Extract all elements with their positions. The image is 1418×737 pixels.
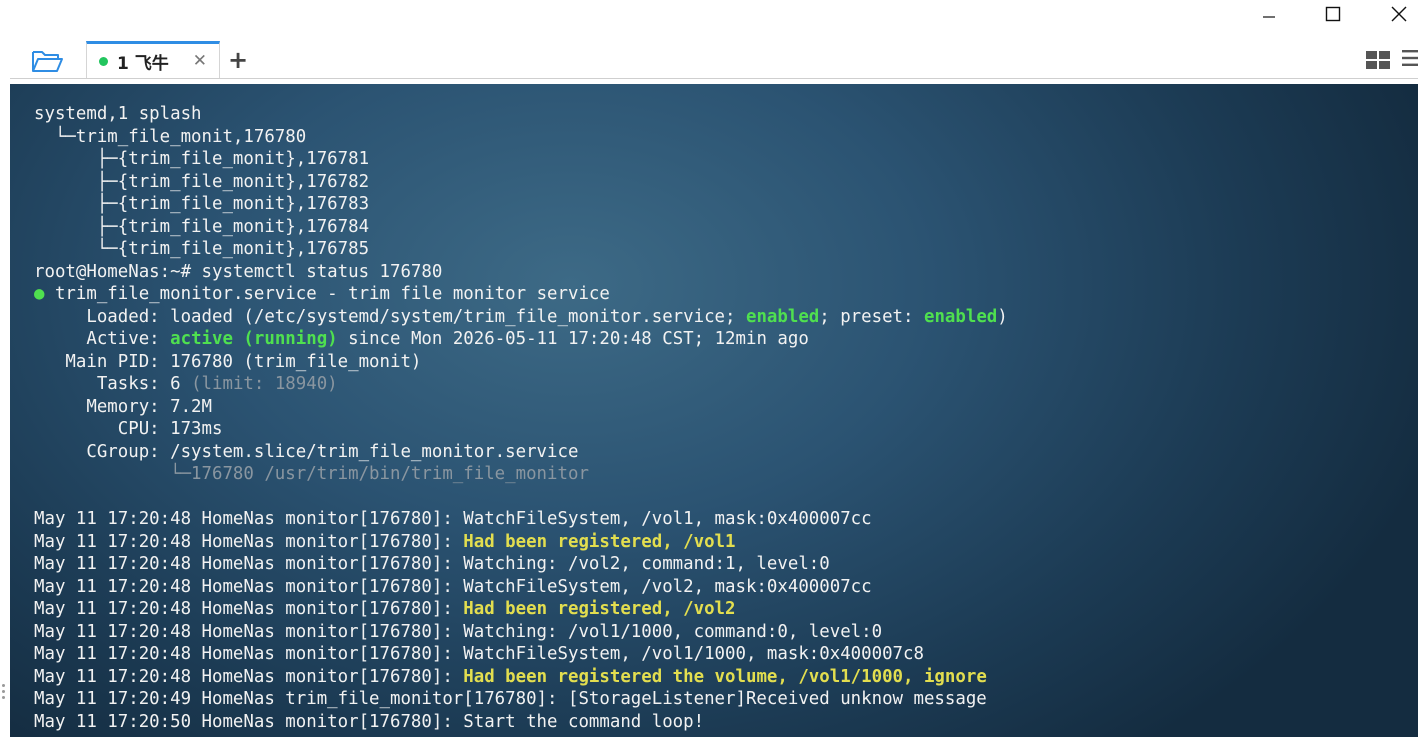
terminal-line: root@HomeNas:~# systemctl status 176780	[34, 261, 1008, 284]
terminal-text-segment: ├─{trim_file_monit},176781	[34, 149, 370, 169]
terminal-text-segment: Tasks: 6	[34, 374, 192, 394]
terminal-line: └─trim_file_monit,176780	[34, 126, 1008, 149]
terminal-line: └─176780 /usr/trim/bin/trim_file_monitor	[34, 463, 1008, 486]
terminal-line: └─{trim_file_monit},176785	[34, 238, 1008, 261]
terminal-line: Main PID: 176780 (trim_file_monit)	[34, 351, 1008, 374]
terminal-line: ├─{trim_file_monit},176783	[34, 193, 1008, 216]
terminal-lines: systemd,1 splash └─trim_file_monit,17678…	[34, 103, 1008, 733]
terminal-line: ├─{trim_file_monit},176782	[34, 171, 1008, 194]
terminal-line: May 11 17:20:48 HomeNas monitor[176780]:…	[34, 531, 1008, 554]
terminal-text-segment: )	[997, 306, 1008, 327]
folder-open-icon	[32, 51, 63, 72]
terminal-text-segment: ●	[34, 284, 45, 304]
minimize-button[interactable]	[1246, 0, 1292, 28]
layout-grid-button[interactable]	[1364, 48, 1392, 72]
session-status-dot	[99, 57, 108, 66]
terminal-text-segment: May 11 17:20:48 HomeNas monitor[176780]:	[34, 599, 464, 619]
terminal-text-segment: root@HomeNas:~# systemctl status 176780	[34, 261, 443, 282]
terminal-text-segment: (limit: 18940)	[191, 374, 338, 394]
terminal-line: May 11 17:20:48 HomeNas monitor[176780]:…	[34, 666, 1008, 689]
terminal-line: ├─{trim_file_monit},176784	[34, 216, 1008, 239]
terminal-text-segment: Active:	[34, 329, 171, 349]
terminal-text-segment: ; preset:	[819, 306, 924, 327]
terminal-line: systemd,1 splash	[34, 103, 1008, 126]
terminal-text-segment: Had been registered, /vol1	[463, 531, 736, 552]
terminal-line: May 11 17:20:48 HomeNas monitor[176780]:…	[34, 508, 1008, 531]
tab-label: 1 飞牛	[117, 54, 169, 74]
terminal-line: May 11 17:20:48 HomeNas monitor[176780]:…	[34, 553, 1008, 576]
close-tab-icon[interactable]: ✕	[193, 51, 207, 71]
terminal-line: May 11 17:20:48 HomeNas monitor[176780]:…	[34, 598, 1008, 621]
terminal-line: CPU: 173ms	[34, 418, 1008, 441]
terminal-line: May 11 17:20:50 HomeNas monitor[176780]:…	[34, 711, 1008, 734]
terminal-text-segment: active (running)	[170, 329, 338, 349]
menu-button[interactable]	[1400, 48, 1418, 72]
terminal-line: Tasks: 6 (limit: 18940)	[34, 373, 1008, 396]
terminal-text-segment: └─trim_file_monit,176780	[34, 126, 307, 147]
open-folder-button[interactable]	[28, 46, 66, 76]
terminal-line: May 11 17:20:48 HomeNas monitor[176780]:…	[34, 576, 1008, 599]
terminal-text-segment: CPU: 173ms	[34, 419, 223, 439]
terminal-text-segment: May 11 17:20:48 HomeNas monitor[176780]:	[34, 531, 464, 552]
terminal-line: May 11 17:20:49 HomeNas trim_file_monito…	[34, 688, 1008, 711]
hamburger-menu-icon	[1402, 50, 1418, 66]
terminal-text-segment: Memory: 7.2M	[34, 396, 212, 417]
terminal-text-segment: May 11 17:20:50 HomeNas monitor[176780]:…	[34, 711, 705, 732]
terminal-text-segment: since Mon 2026-05-11 17:20:48 CST; 12min…	[337, 329, 809, 349]
terminal-line: ● trim_file_monitor.service - trim file …	[34, 283, 1008, 306]
terminal-text-segment: enabled	[745, 306, 820, 327]
terminal-text-segment: May 11 17:20:49 HomeNas trim_file_monito…	[34, 689, 987, 709]
terminal-line: ├─{trim_file_monit},176781	[34, 148, 1008, 171]
title-bar	[0, 0, 1418, 36]
terminal-line: CGroup: /system.slice/trim_file_monitor.…	[34, 441, 1008, 464]
resize-handle[interactable]	[2, 684, 6, 704]
terminal-text-segment: ├─{trim_file_monit},176782	[34, 171, 370, 192]
terminal-line: Loaded: loaded (/etc/systemd/system/trim…	[34, 306, 1008, 329]
terminal-text-segment: ├─{trim_file_monit},176784	[34, 216, 370, 237]
terminal-line: May 11 17:20:48 HomeNas monitor[176780]:…	[34, 643, 1008, 666]
terminal-line: Active: active (running) since Mon 2026-…	[34, 328, 1008, 351]
tab-bar: 1 飞牛 ✕ +	[0, 36, 1418, 80]
terminal-output[interactable]: systemd,1 splash └─trim_file_monit,17678…	[10, 84, 1418, 737]
new-tab-button[interactable]: +	[226, 48, 250, 72]
minimize-icon	[1263, 16, 1275, 18]
terminal-text-segment: trim_file_monitor.service - trim file mo…	[44, 284, 610, 304]
terminal-text-segment: Main PID: 176780 (trim_file_monit)	[34, 351, 422, 372]
tab-bar-divider	[10, 78, 1418, 79]
terminal-text-segment: May 11 17:20:48 HomeNas monitor[176780]:…	[34, 621, 883, 642]
terminal-text-segment: Had been registered, /vol2	[463, 599, 736, 619]
terminal-text-segment: May 11 17:20:48 HomeNas monitor[176780]:…	[34, 509, 872, 529]
grid-icon	[1366, 51, 1390, 69]
terminal-text-segment: Had been registered the volume, /vol1/10…	[463, 666, 987, 687]
terminal-text-segment: May 11 17:20:48 HomeNas monitor[176780]:…	[34, 644, 924, 664]
terminal-text-segment: May 11 17:20:48 HomeNas monitor[176780]:	[34, 666, 464, 687]
terminal-text-segment: Loaded: loaded (/etc/systemd/system/trim…	[34, 306, 746, 327]
terminal-text-segment: enabled	[923, 306, 998, 327]
terminal-text-segment: systemd,1 splash	[34, 104, 202, 124]
terminal-text-segment: May 11 17:20:48 HomeNas monitor[176780]:…	[34, 554, 830, 574]
terminal-line: Memory: 7.2M	[34, 396, 1008, 419]
terminal-text-segment: └─176780 /usr/trim/bin/trim_file_monitor	[34, 464, 589, 484]
terminal-text-segment: May 11 17:20:48 HomeNas monitor[176780]:…	[34, 576, 872, 597]
terminal-text-segment: └─{trim_file_monit},176785	[34, 239, 370, 259]
maximize-icon	[1325, 6, 1341, 22]
terminal-line: May 11 17:20:48 HomeNas monitor[176780]:…	[34, 621, 1008, 644]
close-icon	[1391, 6, 1407, 22]
maximize-button[interactable]	[1310, 0, 1356, 28]
terminal-text-segment: ├─{trim_file_monit},176783	[34, 194, 370, 214]
close-window-button[interactable]	[1376, 0, 1418, 28]
terminal-app-window: 1 飞牛 ✕ + systemd,1 splash └─trim_file_mo…	[0, 0, 1418, 737]
tab-session-1[interactable]: 1 飞牛 ✕	[86, 41, 220, 79]
terminal-text-segment: CGroup: /system.slice/trim_file_monitor.…	[34, 441, 579, 462]
